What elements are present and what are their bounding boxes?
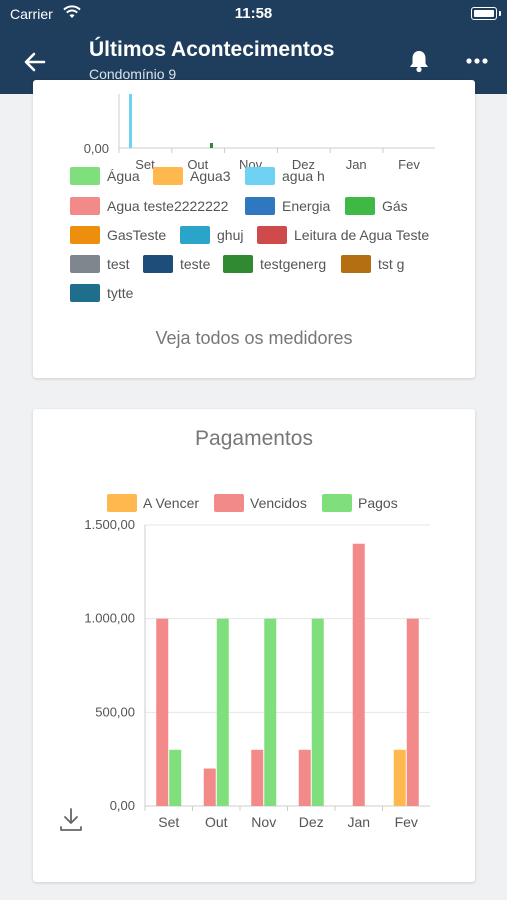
legend-swatch [70, 284, 100, 302]
battery-tip [499, 11, 501, 16]
payments-x-tick-label: Fev [395, 814, 418, 830]
payments-x-tick-label: Dez [299, 814, 324, 830]
see-all-meters-link[interactable]: Veja todos os medidores [33, 328, 475, 349]
battery-icon [471, 7, 497, 20]
meters-legend-item: Água [70, 167, 140, 185]
payments-legend-label: A Vencer [143, 495, 199, 511]
meters-legend-item: ghuj [180, 226, 243, 244]
status-bar: Carrier 11:58 [0, 0, 507, 28]
payments-bar [298, 749, 311, 806]
payments-legend-swatch [107, 494, 137, 512]
payments-legend-item: Pagos [322, 494, 398, 512]
meters-legend-item: GasTeste [70, 226, 166, 244]
payments-legend-label: Pagos [358, 495, 398, 511]
more-options-icon[interactable] [462, 46, 492, 76]
legend-swatch [70, 226, 100, 244]
meters-x-tick-label: Fev [398, 157, 420, 172]
legend-swatch [223, 255, 253, 273]
legend-label: ghuj [217, 227, 244, 243]
payments-bar [216, 618, 229, 806]
legend-label: test [107, 256, 130, 272]
legend-label: Leitura de Agua Teste [294, 227, 430, 243]
meters-legend-item: Gás [345, 197, 408, 215]
payments-bar [169, 749, 182, 806]
meters-legend-item: test [70, 255, 130, 273]
meters-y-tick-label: 0,00 [84, 141, 109, 156]
legend-label: testgenerg [260, 256, 327, 272]
legend-swatch [70, 167, 100, 185]
meters-legend-item: teste [143, 255, 210, 273]
payments-bar [393, 749, 406, 806]
meters-legend-item: agua h [245, 167, 325, 185]
meters-legend-item: testgenerg [223, 255, 326, 273]
legend-swatch [180, 226, 210, 244]
legend-swatch [245, 167, 275, 185]
payments-legend-label: Vencidos [250, 495, 307, 511]
legend-label: GasTeste [107, 227, 167, 243]
payments-x-tick-label: Jan [347, 814, 370, 830]
legend-label: agua h [282, 168, 325, 184]
legend-label: tst g [378, 256, 405, 272]
legend-swatch [245, 197, 275, 215]
payments-card: Pagamentos A Vencer Vencidos Pagos 0,00 500,… [33, 409, 475, 882]
meters-legend-item: tst g [341, 255, 404, 273]
bell-icon[interactable] [404, 46, 434, 76]
legend-label: Agua3 [190, 168, 231, 184]
payments-x-tick-label: Set [158, 814, 179, 830]
payments-x-tick-label: Nov [251, 814, 276, 830]
payments-legend-swatch [214, 494, 244, 512]
payments-bar [156, 618, 169, 806]
legend-swatch [70, 197, 100, 215]
payments-y-tick-label: 500,00 [95, 704, 135, 719]
download-icon[interactable] [58, 806, 84, 832]
payments-bar [406, 618, 419, 806]
legend-label: tytte [107, 285, 134, 301]
meters-x-tick-label: Jan [346, 157, 367, 172]
legend-label: teste [180, 256, 211, 272]
payments-x-tick-label: Out [205, 814, 228, 830]
legend-label: Energia [282, 198, 331, 214]
clock: 11:58 [234, 5, 273, 22]
payments-bar [251, 749, 264, 806]
meters-legend-item: Agua3 [153, 167, 230, 185]
meters-legend-item: Energia [245, 197, 330, 215]
legend-label: Agua teste2222222 [107, 198, 229, 214]
legend-swatch [70, 255, 100, 273]
page-title: Últimos Acontecimentos [89, 38, 335, 61]
payments-bar [311, 618, 324, 806]
legend-swatch [257, 226, 287, 244]
payments-y-tick-label: 0,00 [110, 798, 135, 813]
payments-legend-item: Vencidos [214, 494, 307, 512]
payments-bar [264, 618, 277, 806]
legend-swatch [143, 255, 173, 273]
legend-label: Água [107, 168, 140, 184]
meters-bar-testgenerg [210, 143, 213, 148]
legend-label: Gás [382, 198, 408, 214]
payments-bar [352, 543, 365, 806]
payments-bar [203, 768, 216, 806]
legend-swatch [341, 255, 371, 273]
payments-legend-swatch [322, 494, 352, 512]
meters-card: 0,00 Set Out Nov Dez Jan Fev Água Agua3 agua hA… [33, 80, 475, 378]
meters-bar-agua-h [129, 94, 132, 148]
meters-legend-item: Leitura de Agua Teste [257, 226, 429, 244]
payments-chart: A Vencer Vencidos Pagos 0,00 500,00 1.000,00 1… [84, 494, 430, 830]
legend-swatch [153, 167, 183, 185]
legend-swatch [345, 197, 375, 215]
payments-y-tick-label: 1.500,00 [84, 517, 135, 532]
payments-legend-item: A Vencer [107, 494, 199, 512]
back-arrow-icon[interactable] [20, 47, 50, 77]
meters-legend-item: tytte [70, 284, 133, 302]
meters-chart: 0,00 Set Out Nov Dez Jan Fev [84, 94, 435, 172]
payments-y-tick-label: 1.000,00 [84, 611, 135, 626]
meters-legend-item: Agua teste2222222 [70, 197, 228, 215]
